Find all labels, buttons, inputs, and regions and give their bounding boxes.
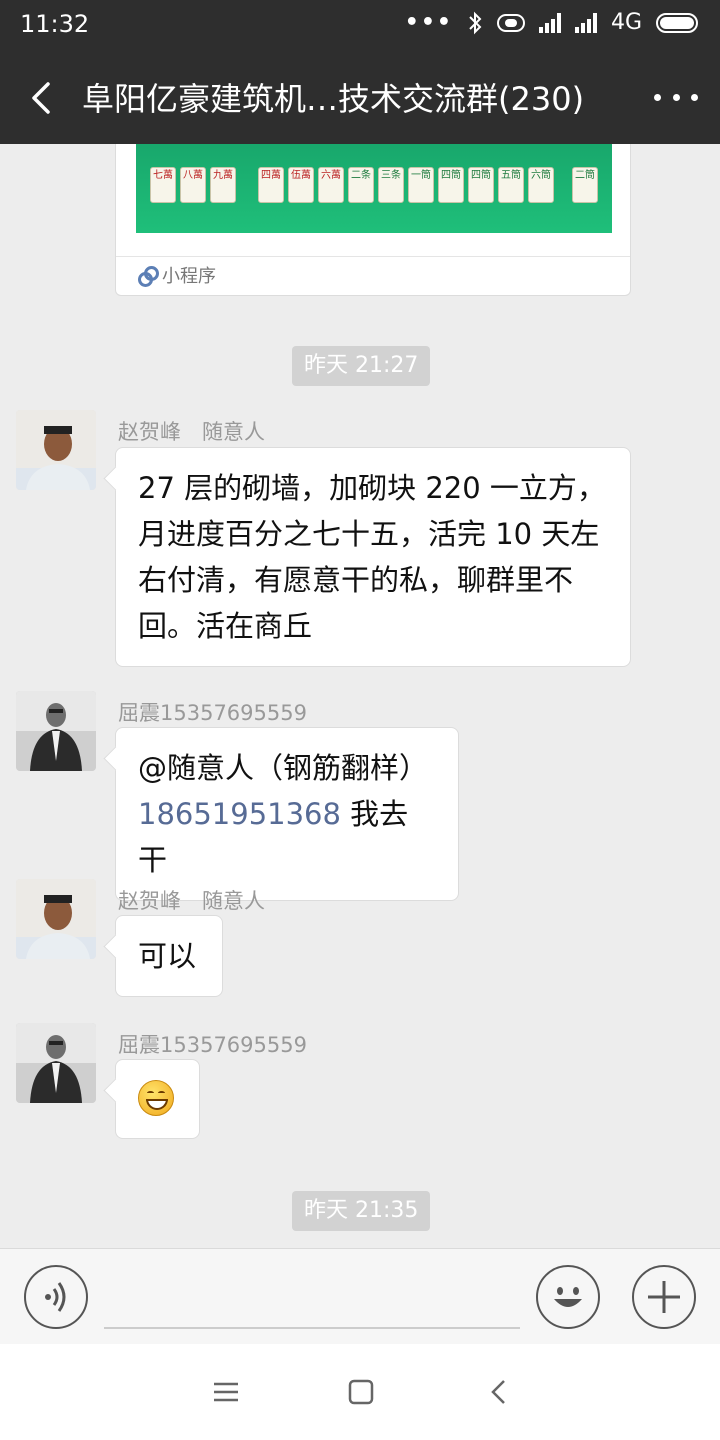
message-text-line: 回。活在商丘 <box>138 609 313 643</box>
mahjong-tile: 六萬 <box>318 167 344 203</box>
chat-header: 阜阳亿豪建筑机…技术交流群(230) <box>0 52 720 144</box>
system-nav-bar <box>0 1344 720 1440</box>
message-text-line: 27 层的砌墙，加砌块 220 一立方， <box>138 471 606 505</box>
status-icons: ••• 4G <box>405 10 698 35</box>
mini-program-label: 小程序 <box>162 266 216 287</box>
chevron-left-icon[interactable] <box>22 74 62 122</box>
sender-name: 屈震15357695559 <box>118 1033 307 1057</box>
chat-area[interactable]: 七萬 八萬 九萬 四萬 伍萬 六萬 二条 三条 一筒 四筒 四筒 五筒 六筒 二筒 小程序 昨天 21:2… <box>0 144 720 1248</box>
message-input[interactable] <box>104 1327 520 1329</box>
avatar-image <box>16 1023 96 1103</box>
dot <box>654 93 661 101</box>
mahjong-tile: 五筒 <box>498 167 524 203</box>
message-text-line: 18651951368 我去干 <box>138 791 436 883</box>
status-bar: 11:32 ••• 4G <box>0 0 720 52</box>
message-bubble[interactable] <box>115 1059 200 1139</box>
mini-program-image: 七萬 八萬 九萬 四萬 伍萬 六萬 二条 三条 一筒 四筒 四筒 五筒 六筒 二筒 <box>136 144 612 233</box>
input-bar <box>0 1248 720 1344</box>
more-dots-icon: ••• <box>404 10 453 35</box>
avatar[interactable] <box>16 410 96 490</box>
mahjong-tile: 三条 <box>378 167 404 203</box>
avatar[interactable] <box>16 1023 96 1103</box>
bluetooth-icon <box>469 11 482 34</box>
voice-button[interactable] <box>24 1265 88 1329</box>
sender-name: 赵贺峰 随意人 <box>118 889 265 913</box>
avatar-image <box>16 879 96 959</box>
mahjong-tile: 九萬 <box>210 167 236 203</box>
dot <box>672 93 680 101</box>
sender-name: 赵贺峰 随意人 <box>118 420 265 444</box>
dot <box>691 93 698 101</box>
signal-icon <box>538 12 561 33</box>
emoji-button[interactable] <box>536 1265 600 1329</box>
battery-icon <box>656 12 698 33</box>
avatar-image <box>16 410 96 490</box>
mahjong-tile: 伍萬 <box>288 167 314 203</box>
smiley-icon <box>554 1287 582 1307</box>
chat-title: 阜阳亿豪建筑机…技术交流群(230) <box>82 80 585 118</box>
mini-program-label-row: 小程序 <box>138 262 216 288</box>
mini-program-card[interactable]: 七萬 八萬 九萬 四萬 伍萬 六萬 二条 三条 一筒 四筒 四筒 五筒 六筒 二筒 小程序 <box>115 144 631 296</box>
mahjong-tile: 六筒 <box>528 167 554 203</box>
network-type: 4G <box>610 10 642 35</box>
grin-emoji-icon <box>138 1080 174 1116</box>
menu-icon[interactable] <box>206 1372 246 1412</box>
home-square-icon[interactable] <box>342 1372 382 1412</box>
mahjong-tile: 一筒 <box>408 167 434 203</box>
voice-icon <box>45 1282 66 1312</box>
mahjong-tile: 四筒 <box>438 167 464 203</box>
message-text-line: 右付清，有愿意干的私，聊群里不 <box>138 563 574 597</box>
mention-text: @随意人（钢筋翻样） <box>138 751 429 785</box>
sender-name: 屈震15357695559 <box>118 701 307 725</box>
message-bubble[interactable]: 可以 <box>115 915 223 997</box>
mahjong-tile: 二筒 <box>572 167 598 203</box>
avatar[interactable] <box>16 879 96 959</box>
mahjong-tile: 四筒 <box>468 167 494 203</box>
message-bubble[interactable]: 27 层的砌墙，加砌块 220 一立方， 月进度百分之七十五，活完 10 天左 … <box>115 447 631 667</box>
mahjong-tile: 七萬 <box>150 167 176 203</box>
mahjong-tile: 二条 <box>348 167 374 203</box>
message-text: 可以 <box>138 939 197 973</box>
phone-link[interactable]: 18651951368 <box>138 797 341 831</box>
time-divider: 昨天 21:27 <box>292 346 431 386</box>
message-text-line: 月进度百分之七十五，活完 10 天左 <box>138 517 600 551</box>
signal-icon <box>574 12 597 33</box>
back-chevron-icon[interactable] <box>480 1372 520 1412</box>
mahjong-tile: 八萬 <box>180 167 206 203</box>
time-divider: 昨天 21:35 <box>292 1191 431 1231</box>
mini-program-icon <box>138 266 159 287</box>
mahjong-tile: 四萬 <box>258 167 284 203</box>
divider <box>116 256 630 257</box>
eye-comfort-icon <box>496 13 525 32</box>
more-options-button[interactable] <box>654 82 698 112</box>
avatar-image <box>16 691 96 771</box>
plus-button[interactable] <box>632 1265 696 1329</box>
avatar[interactable] <box>16 691 96 771</box>
message-bubble[interactable]: @随意人（钢筋翻样） 18651951368 我去干 <box>115 727 459 901</box>
plus-icon <box>648 1281 680 1313</box>
status-time: 11:32 <box>20 10 90 38</box>
